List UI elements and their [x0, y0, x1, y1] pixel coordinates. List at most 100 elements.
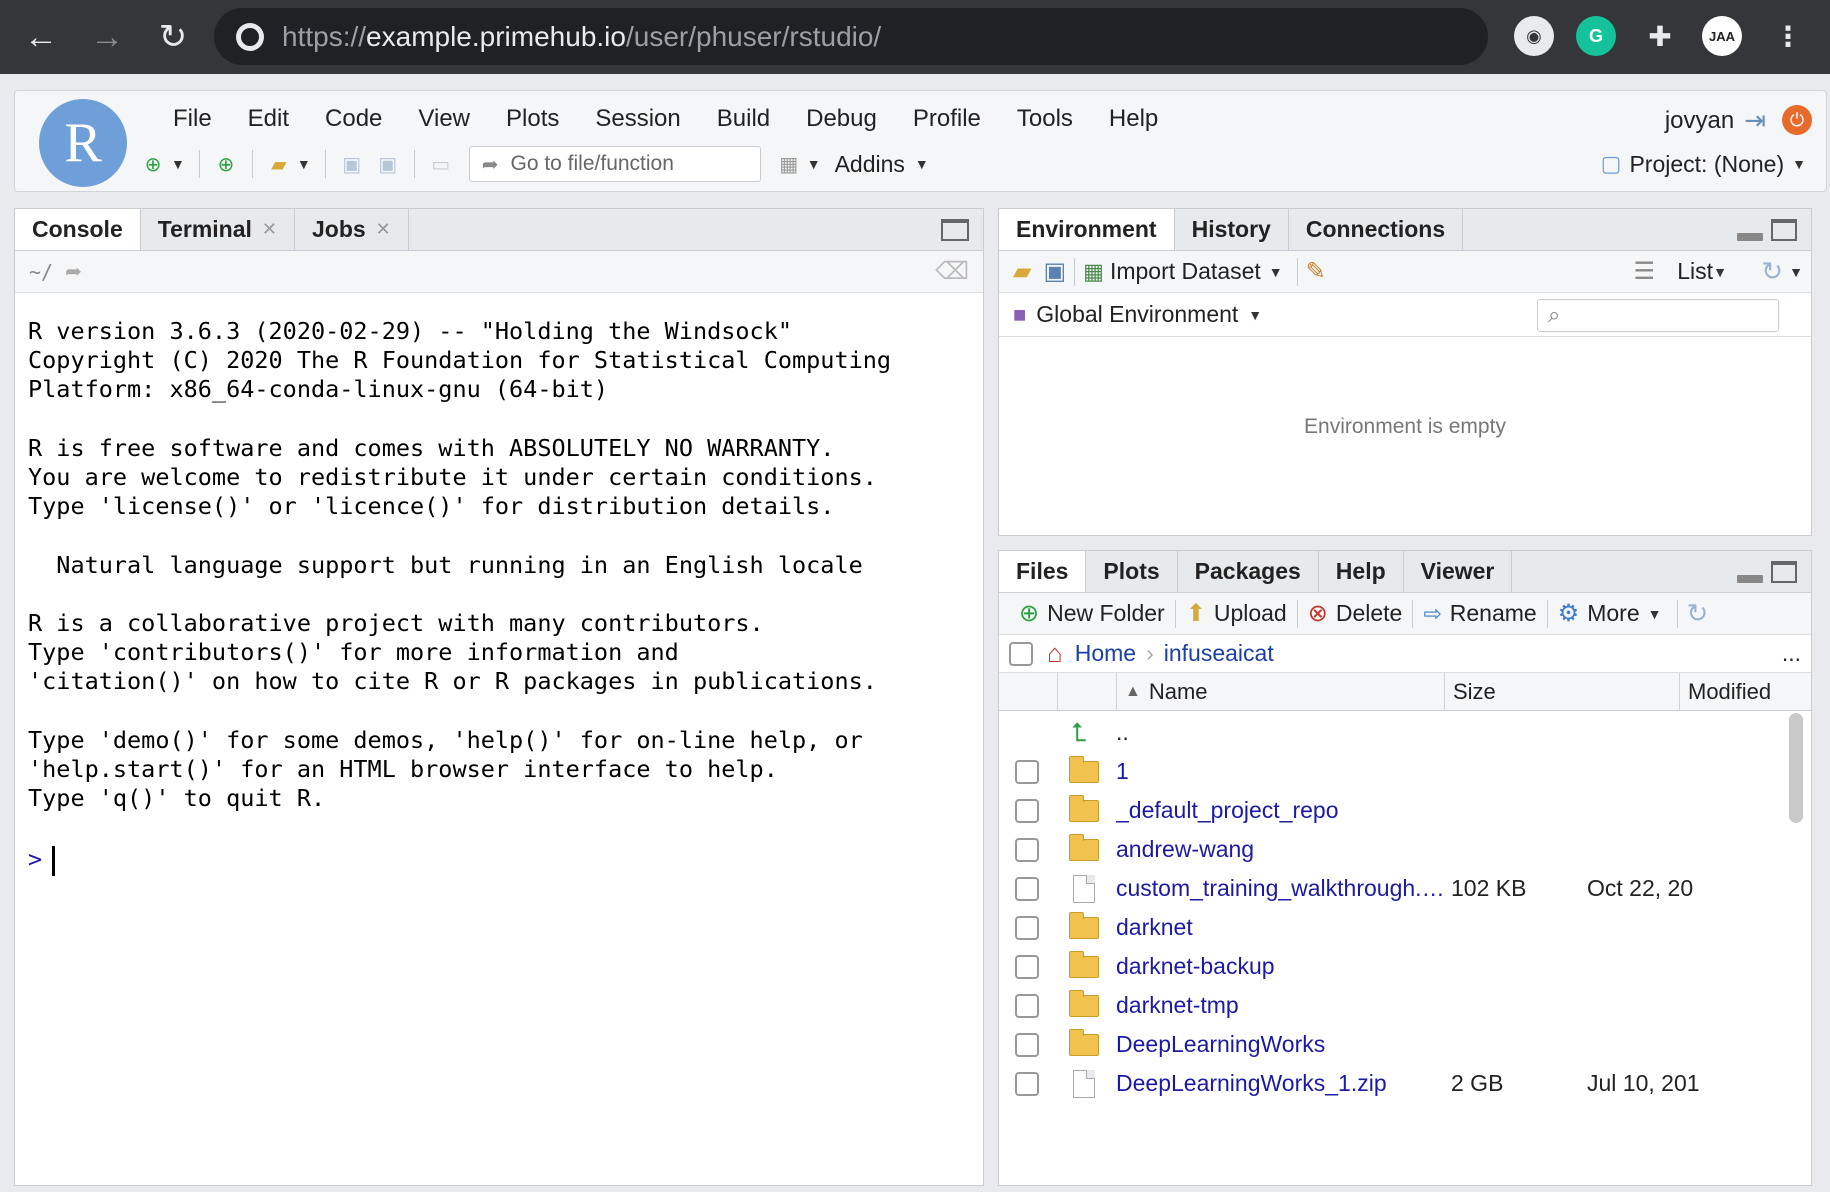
open-file-icon[interactable]: ▰: [265, 150, 293, 178]
load-workspace-icon[interactable]: ▰: [1013, 257, 1031, 286]
tab-terminal[interactable]: Terminal ✕: [141, 209, 295, 250]
list-item-parent[interactable]: ⮤ ..: [999, 713, 1811, 752]
file-name[interactable]: custom_training_walkthrough.i…: [1116, 875, 1448, 902]
chevron-down-icon[interactable]: ▼: [807, 156, 821, 172]
console-output[interactable]: R version 3.6.3 (2020-02-29) -- "Holding…: [15, 293, 983, 813]
list-view-icon[interactable]: ☰: [1633, 257, 1655, 286]
breadcrumb-home[interactable]: Home: [1075, 640, 1136, 667]
back-arrow-icon[interactable]: ←: [16, 12, 66, 62]
list-item[interactable]: darknet-backup: [999, 947, 1811, 986]
menu-edit[interactable]: Edit: [230, 101, 307, 137]
environment-scope-dropdown[interactable]: Global Environment: [1036, 301, 1238, 328]
profile-avatar[interactable]: JAA: [1702, 16, 1742, 56]
list-item[interactable]: custom_training_walkthrough.i… 102 KB Oc…: [999, 869, 1811, 908]
upload-button[interactable]: ⬆ Upload: [1176, 599, 1297, 628]
minimize-pane-icon[interactable]: [1737, 575, 1763, 583]
menu-view[interactable]: View: [400, 101, 488, 137]
tab-help[interactable]: Help: [1319, 551, 1404, 592]
refresh-icon[interactable]: ↻: [1686, 598, 1708, 629]
file-name[interactable]: DeepLearningWorks: [1116, 1031, 1448, 1058]
file-name[interactable]: darknet: [1116, 914, 1448, 941]
save-all-icon[interactable]: ▣: [374, 150, 402, 178]
close-icon[interactable]: ✕: [376, 219, 391, 240]
go-to-directory-icon[interactable]: ➦: [65, 259, 82, 284]
clear-console-icon[interactable]: ⌫: [935, 257, 969, 286]
list-item[interactable]: andrew-wang: [999, 830, 1811, 869]
pane-layout-icon[interactable]: ▦: [775, 150, 803, 178]
file-name[interactable]: andrew-wang: [1116, 836, 1448, 863]
print-icon[interactable]: ▭: [427, 150, 455, 178]
chevron-down-icon[interactable]: ▼: [1789, 264, 1803, 280]
grammarly-extension-icon[interactable]: G: [1576, 16, 1616, 56]
tab-environment[interactable]: Environment: [999, 209, 1175, 250]
menu-debug[interactable]: Debug: [788, 101, 895, 137]
file-name[interactable]: DeepLearningWorks_1.zip: [1116, 1070, 1448, 1097]
menu-file[interactable]: File: [155, 101, 230, 137]
menu-profile[interactable]: Profile: [895, 101, 999, 137]
save-workspace-icon[interactable]: ▣: [1043, 257, 1066, 286]
rename-button[interactable]: ⇨ Rename: [1413, 600, 1546, 627]
go-to-directory-button[interactable]: ...: [1782, 640, 1801, 667]
chevron-down-icon[interactable]: ▼: [1713, 264, 1727, 280]
reload-icon[interactable]: ↻: [148, 12, 198, 62]
view-mode-dropdown[interactable]: List: [1677, 258, 1713, 285]
breadcrumb-current[interactable]: infuseaicat: [1164, 640, 1274, 667]
restore-pane-icon[interactable]: [941, 219, 969, 241]
import-dataset-button[interactable]: Import Dataset: [1110, 258, 1261, 285]
quit-session-icon[interactable]: ⏻: [1782, 105, 1812, 135]
row-checkbox[interactable]: [1015, 954, 1039, 979]
extensions-puzzle-icon[interactable]: ✚: [1640, 16, 1680, 56]
save-icon[interactable]: ▣: [338, 150, 366, 178]
row-checkbox[interactable]: [1015, 993, 1039, 1018]
address-url[interactable]: https://example.primehub.io/user/phuser/…: [282, 21, 881, 53]
site-info-icon[interactable]: [236, 22, 264, 51]
file-name[interactable]: darknet-backup: [1116, 953, 1448, 980]
file-name[interactable]: 1: [1116, 758, 1448, 785]
project-menu[interactable]: ▢ Project: (None) ▼: [1601, 143, 1812, 185]
list-item[interactable]: _default_project_repo: [999, 791, 1811, 830]
tab-history[interactable]: History: [1175, 209, 1289, 250]
file-name[interactable]: _default_project_repo: [1116, 797, 1448, 824]
new-folder-button[interactable]: ⊕ New Folder: [1009, 599, 1175, 628]
tab-packages[interactable]: Packages: [1178, 551, 1319, 592]
tab-viewer[interactable]: Viewer: [1404, 551, 1513, 592]
row-checkbox[interactable]: [1015, 798, 1039, 823]
clear-objects-broom-icon[interactable]: ✎: [1306, 257, 1326, 286]
browser-menu-icon[interactable]: ⋮: [1768, 16, 1808, 56]
delete-button[interactable]: ⊗ Delete: [1298, 599, 1413, 628]
tab-connections[interactable]: Connections: [1289, 209, 1464, 250]
list-item[interactable]: darknet-tmp: [999, 986, 1811, 1025]
menu-help[interactable]: Help: [1091, 101, 1176, 137]
menu-tools[interactable]: Tools: [999, 101, 1091, 137]
list-item[interactable]: 1: [999, 752, 1811, 791]
column-name[interactable]: ▲ Name: [1116, 673, 1444, 711]
maximize-pane-icon[interactable]: [1771, 219, 1797, 241]
import-dataset-icon[interactable]: ▦: [1083, 259, 1104, 285]
maximize-pane-icon[interactable]: [1771, 561, 1797, 583]
row-checkbox[interactable]: [1015, 876, 1039, 901]
list-item[interactable]: darknet: [999, 908, 1811, 947]
new-file-icon[interactable]: ⊕: [139, 150, 167, 178]
go-to-file-input[interactable]: ➦ Go to file/function: [468, 146, 761, 182]
chevron-down-icon[interactable]: ▼: [915, 156, 929, 172]
menu-build[interactable]: Build: [699, 101, 788, 137]
address-bar[interactable]: https://example.primehub.io/user/phuser/…: [214, 8, 1488, 65]
file-name[interactable]: darknet-tmp: [1116, 992, 1448, 1019]
row-checkbox[interactable]: [1015, 837, 1039, 862]
row-checkbox[interactable]: [1015, 1032, 1039, 1057]
chevron-down-icon[interactable]: ▼: [1269, 264, 1283, 280]
parent-directory-link[interactable]: ..: [1116, 719, 1448, 746]
row-checkbox[interactable]: [1015, 759, 1039, 784]
tab-console[interactable]: Console: [15, 209, 141, 250]
chevron-down-icon[interactable]: ▼: [297, 156, 311, 172]
environment-search-input[interactable]: ⌕: [1537, 299, 1779, 332]
addins-menu[interactable]: Addins: [835, 151, 905, 178]
select-all-checkbox[interactable]: [1009, 641, 1033, 666]
menu-code[interactable]: Code: [307, 101, 400, 137]
close-icon[interactable]: ✕: [262, 219, 277, 240]
menu-plots[interactable]: Plots: [488, 101, 577, 137]
home-icon[interactable]: ⌂: [1047, 638, 1063, 669]
row-checkbox[interactable]: [1015, 915, 1039, 940]
chevron-down-icon[interactable]: ▼: [171, 156, 185, 172]
row-checkbox[interactable]: [1015, 1071, 1039, 1096]
